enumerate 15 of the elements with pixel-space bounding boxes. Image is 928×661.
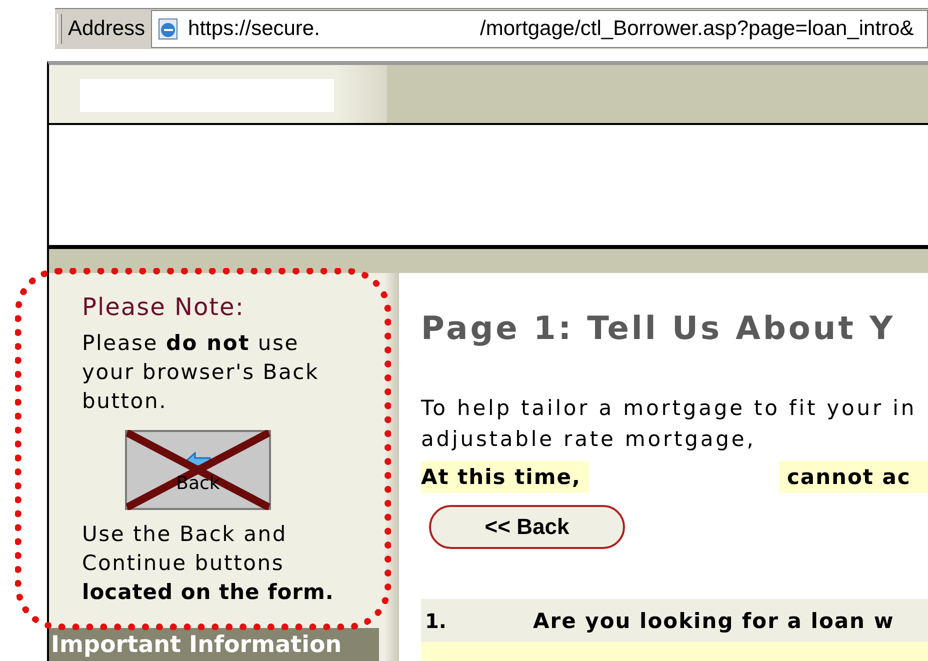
note-title: Please Note: — [82, 293, 246, 321]
address-label: Address — [68, 17, 146, 41]
notice-text: cannot ac — [786, 465, 911, 489]
address-field[interactable]: https://secure. /mortgage/ctl_Borrower.asp?page=loan_intro& — [151, 10, 928, 48]
intro-text: To help tailor a mortgage to fit your in — [421, 395, 918, 422]
back-button-image: Back — [125, 430, 271, 510]
page-heading: Page 1: Tell Us About Y — [421, 309, 896, 347]
intro-text: adjustable rate mortgage, — [421, 426, 757, 453]
back-button[interactable]: << Back — [429, 505, 625, 549]
question-text: Are you looking for a loan w — [533, 608, 894, 632]
instruction-text: located on the form. — [82, 579, 335, 606]
question-number: 1. — [424, 608, 448, 632]
note-text: Please do not use your browser's Back button. — [82, 330, 320, 415]
section-header: Important Information — [49, 628, 379, 661]
notice-text: At this time, — [421, 465, 581, 489]
